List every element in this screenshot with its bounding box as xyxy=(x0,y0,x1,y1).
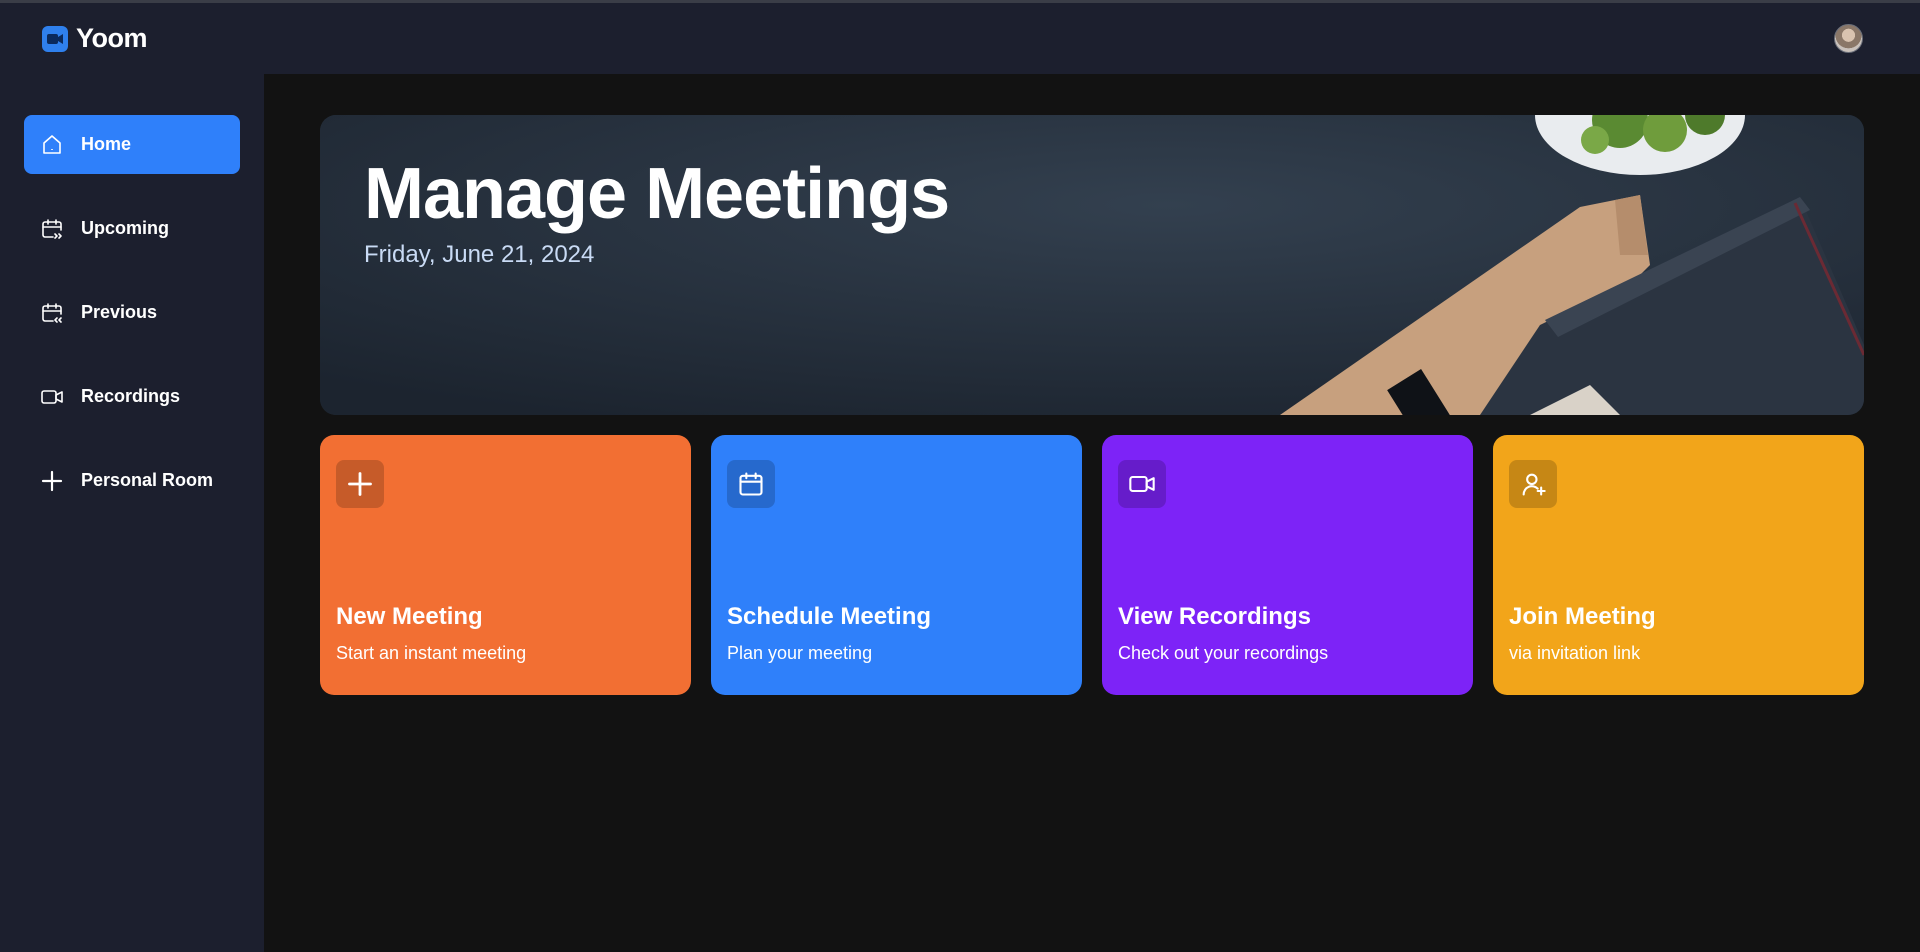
plus-icon xyxy=(39,468,65,494)
logo[interactable]: Yoom xyxy=(42,23,148,54)
new-meeting-card[interactable]: New Meeting Start an instant meeting xyxy=(320,435,691,695)
main-content: Manage Meetings Friday, June 21, 2024 Ne… xyxy=(264,74,1920,952)
video-camera-logo-icon xyxy=(42,25,68,52)
current-date: Friday, June 21, 2024 xyxy=(364,241,595,268)
home-icon xyxy=(39,132,65,158)
card-subtitle: Check out your recordings xyxy=(1118,643,1329,663)
calendar-icon xyxy=(727,460,775,508)
sidebar-item-label: Previous xyxy=(81,302,158,322)
card-title: View Recordings xyxy=(1118,603,1311,630)
card-title: New Meeting xyxy=(336,603,483,630)
schedule-meeting-card[interactable]: Schedule Meeting Plan your meeting xyxy=(711,435,1082,695)
sidebar-item-label: Upcoming xyxy=(81,218,169,238)
calendar-upcoming-icon xyxy=(39,216,65,242)
sidebar-item-home[interactable]: Home xyxy=(24,115,240,174)
hero-banner: Manage Meetings Friday, June 21, 2024 xyxy=(320,115,1864,415)
sidebar-item-recordings[interactable]: Recordings xyxy=(24,367,240,426)
sidebar-item-label: Home xyxy=(81,134,132,154)
add-user-icon xyxy=(1509,460,1557,508)
sidebar-item-label: Personal Room xyxy=(81,470,214,490)
video-icon xyxy=(1118,460,1166,508)
join-meeting-card[interactable]: Join Meeting via invitation link xyxy=(1493,435,1864,695)
video-icon xyxy=(39,384,65,410)
card-title: Join Meeting xyxy=(1509,603,1656,630)
card-subtitle: Start an instant meeting xyxy=(336,643,527,663)
sidebar-item-personal-room[interactable]: Personal Room xyxy=(24,451,240,510)
action-cards: New Meeting Start an instant meeting Sch… xyxy=(320,435,1864,695)
sidebar-item-previous[interactable]: Previous xyxy=(24,283,240,342)
top-navbar: Yoom xyxy=(0,3,1920,74)
app-name: Yoom xyxy=(76,23,148,53)
card-subtitle: Plan your meeting xyxy=(727,643,873,663)
view-recordings-card[interactable]: View Recordings Check out your recording… xyxy=(1102,435,1473,695)
sidebar-item-upcoming[interactable]: Upcoming xyxy=(24,199,240,258)
calendar-previous-icon xyxy=(39,300,65,326)
user-avatar[interactable] xyxy=(1834,24,1863,53)
plus-icon xyxy=(336,460,384,508)
card-subtitle: via invitation link xyxy=(1509,643,1641,663)
sidebar-item-label: Recordings xyxy=(81,386,181,406)
sidebar: Home Upcoming Previous Recordings Person… xyxy=(0,74,264,952)
page-title: Manage Meetings xyxy=(364,154,950,234)
card-title: Schedule Meeting xyxy=(727,603,932,630)
